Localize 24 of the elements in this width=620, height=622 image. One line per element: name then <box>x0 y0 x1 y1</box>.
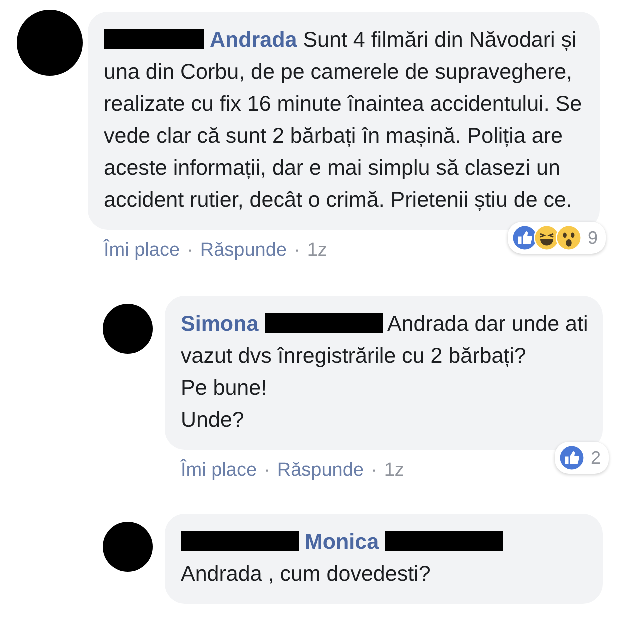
action-link[interactable]: Răspunde <box>200 240 287 262</box>
reaction-count: 9 <box>588 228 598 248</box>
reaction-count: 2 <box>590 448 601 468</box>
avatar[interactable] <box>103 304 153 354</box>
action-link[interactable]: Îmi place <box>104 240 180 262</box>
avatar[interactable] <box>103 522 153 572</box>
author-link[interactable]: Andrada <box>210 28 298 52</box>
surprised-emoji-icon <box>556 225 582 251</box>
author-link[interactable]: Monica <box>304 530 380 554</box>
author-link[interactable]: Simona <box>181 312 259 336</box>
separator-dot: · <box>370 460 378 482</box>
separator-dot: · <box>187 240 194 262</box>
reactions-pill[interactable]: 9 <box>508 222 606 254</box>
thumbs-up-icon <box>558 445 585 471</box>
action-link[interactable]: Îmi place <box>181 460 258 482</box>
timestamp: 1z <box>384 460 404 482</box>
comment-text: Simona Andrada dar unde ati vazut dvs înregistrările cu 2 bărbați? Pe bune! Unde? <box>181 311 589 434</box>
comment-text: Andrada Sunt 4 filmări din Năvodari și una din Corbu, de pe camerele de supraveghere, realizate cu fix 16 minute înaintea accidentului. Se vede clar că sunt 2 bărbați în mașină. Poliția are aceste informații, dar e mai simplu să clasezi un accident rutier, decât o crimă. Prietenii știu de ce. <box>104 27 584 214</box>
timestamp: 1z <box>307 240 328 262</box>
separator-dot: · <box>264 460 270 482</box>
comment-text: Monica Andrada , cum dovedesti? <box>181 526 589 590</box>
action-link[interactable]: Răspunde <box>277 460 364 482</box>
separator-dot: · <box>294 240 300 262</box>
reactions-pill[interactable]: 2 <box>554 442 609 474</box>
